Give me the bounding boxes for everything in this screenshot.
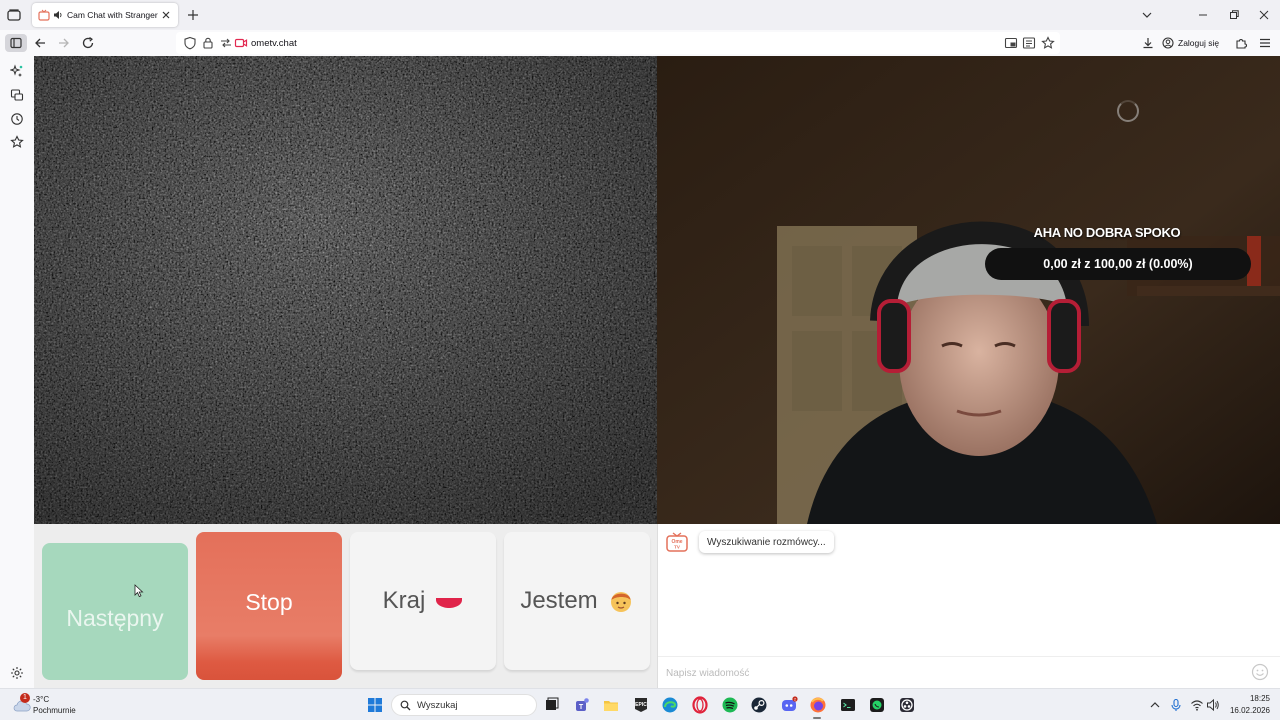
task-view-icon[interactable] bbox=[543, 696, 561, 714]
close-tab-icon[interactable] bbox=[160, 9, 172, 21]
gender-label: Jestem bbox=[520, 587, 598, 614]
reader-view-icon[interactable] bbox=[1022, 36, 1036, 50]
svg-text:TV: TV bbox=[674, 545, 680, 550]
own-webcam-video: AHA NO DOBRA SPOKO 0,00 zł z 100,00 zł (… bbox=[657, 56, 1280, 524]
tab-title: Cam Chat with Strangers on bbox=[67, 10, 158, 20]
windows-start-icon[interactable] bbox=[367, 697, 383, 713]
bookmark-star-icon[interactable] bbox=[1041, 36, 1055, 50]
teams-icon[interactable]: T bbox=[573, 696, 591, 714]
poland-flag-icon bbox=[436, 596, 463, 608]
login-button[interactable]: Zaloguj się bbox=[1162, 34, 1219, 52]
stream-overlay-title: AHA NO DOBRA SPOKO bbox=[1033, 225, 1181, 240]
svg-text:EPIC: EPIC bbox=[635, 702, 647, 708]
ometv-favicon-icon bbox=[38, 9, 50, 21]
notification-badge: 1 bbox=[20, 693, 30, 703]
download-icon[interactable] bbox=[1141, 36, 1155, 50]
ai-chatbot-icon[interactable] bbox=[10, 64, 24, 78]
synced-tabs-icon[interactable] bbox=[10, 88, 24, 102]
next-button[interactable]: Następny bbox=[42, 543, 188, 680]
forward-arrow-icon[interactable] bbox=[57, 36, 71, 50]
mouse-pointer-icon bbox=[134, 584, 144, 598]
opera-icon[interactable] bbox=[691, 696, 709, 714]
ometv-logo-icon: OmeTV bbox=[666, 532, 688, 552]
webcam-scene bbox=[657, 56, 1280, 524]
stop-button[interactable]: Stop bbox=[196, 532, 342, 680]
terminal-icon[interactable] bbox=[839, 696, 857, 714]
obs-icon[interactable] bbox=[898, 696, 916, 714]
wifi-icon[interactable] bbox=[1190, 698, 1204, 712]
weather-condition: Pochmurnie bbox=[33, 706, 76, 715]
navigation-bar: ometv.chat Zaloguj się bbox=[0, 30, 1280, 56]
minimize-icon[interactable] bbox=[1197, 9, 1209, 21]
active-tab[interactable]: Cam Chat with Strangers on bbox=[32, 3, 178, 27]
menu-hamburger-icon[interactable] bbox=[1258, 36, 1272, 50]
loading-spinner bbox=[1117, 100, 1139, 122]
discord-icon[interactable]: 2 bbox=[780, 696, 798, 714]
taskbar-search[interactable]: Wyszukaj bbox=[391, 694, 537, 716]
tab-groups-icon[interactable] bbox=[6, 7, 22, 23]
history-clock-icon[interactable] bbox=[10, 112, 24, 126]
back-arrow-icon[interactable] bbox=[33, 36, 47, 50]
whatsapp-icon[interactable] bbox=[868, 696, 886, 714]
windows-taskbar: 1 -3°C Pochmurnie Wyszukaj T EPIC 2 18:2… bbox=[0, 688, 1280, 720]
login-label: Zaloguj się bbox=[1178, 38, 1220, 48]
gender-button[interactable]: Jestem bbox=[504, 532, 650, 670]
ometv-page: AHA NO DOBRA SPOKO 0,00 zł z 100,00 zł (… bbox=[34, 56, 1280, 688]
speaker-icon[interactable] bbox=[53, 10, 63, 20]
weather-temperature: -3°C bbox=[33, 695, 50, 704]
chevron-down-icon[interactable] bbox=[1141, 9, 1153, 21]
chat-status-message: Wyszukiwanie rozmówcy... bbox=[699, 531, 834, 553]
clock-date: 16.02.2026 bbox=[1229, 706, 1270, 715]
microphone-icon[interactable] bbox=[1169, 698, 1183, 712]
search-icon bbox=[400, 700, 411, 710]
extensions-icon[interactable] bbox=[1234, 36, 1248, 50]
search-label: Wyszukaj bbox=[417, 699, 458, 711]
spotify-icon[interactable] bbox=[721, 696, 739, 714]
chat-panel: Ome TV Wyszukiwanie rozmówcy... bbox=[657, 524, 1280, 688]
url-text: ometv.chat bbox=[251, 38, 297, 49]
svg-text:T: T bbox=[579, 704, 584, 711]
firefox-icon[interactable] bbox=[809, 696, 827, 714]
sidebar-toggle-button[interactable] bbox=[5, 34, 27, 52]
country-label: Kraj bbox=[382, 587, 426, 614]
new-tab-icon[interactable] bbox=[186, 8, 200, 22]
tv-static-noise bbox=[34, 56, 657, 524]
shield-icon[interactable] bbox=[183, 36, 197, 50]
reload-icon[interactable] bbox=[81, 36, 95, 50]
chat-input-row bbox=[658, 656, 1280, 688]
settings-gear-icon[interactable] bbox=[10, 666, 24, 680]
boy-emoji-icon bbox=[610, 592, 631, 612]
sidebar-icon bbox=[10, 37, 22, 49]
file-explorer-icon[interactable] bbox=[602, 696, 620, 714]
camera-sharing-icon[interactable] bbox=[234, 36, 248, 50]
donation-goal-progress: 0,00 zł z 100,00 zł (0.00%) bbox=[985, 248, 1251, 280]
chat-message-input[interactable] bbox=[666, 663, 1236, 683]
volume-icon[interactable] bbox=[1206, 698, 1220, 712]
taskbar-clock[interactable]: 18:25 16.02.2026 bbox=[1222, 693, 1270, 717]
clock-time: 18:25 bbox=[1249, 694, 1270, 703]
address-bar[interactable]: ometv.chat bbox=[176, 32, 1060, 54]
tab-strip: Cam Chat with Strangers on bbox=[0, 0, 1280, 30]
steam-icon[interactable] bbox=[750, 696, 768, 714]
picture-in-picture-icon[interactable] bbox=[1004, 36, 1018, 50]
chevron-up-icon[interactable] bbox=[1148, 698, 1162, 712]
weather-widget[interactable]: 1 -3°C Pochmurnie bbox=[10, 693, 90, 717]
country-button[interactable]: Kraj bbox=[350, 532, 496, 670]
lock-icon[interactable] bbox=[201, 36, 215, 50]
browser-sidebar bbox=[0, 56, 34, 688]
bookmarks-star-icon[interactable] bbox=[10, 135, 24, 149]
account-icon bbox=[1162, 37, 1174, 49]
close-window-icon[interactable] bbox=[1258, 9, 1270, 21]
partner-video-static bbox=[34, 56, 657, 524]
emoji-picker-icon[interactable] bbox=[1251, 663, 1269, 681]
epic-games-icon[interactable]: EPIC bbox=[632, 696, 650, 714]
permissions-icon[interactable] bbox=[219, 36, 233, 50]
active-app-indicator bbox=[813, 717, 821, 719]
restore-icon[interactable] bbox=[1228, 9, 1240, 21]
edge-icon[interactable] bbox=[661, 696, 679, 714]
